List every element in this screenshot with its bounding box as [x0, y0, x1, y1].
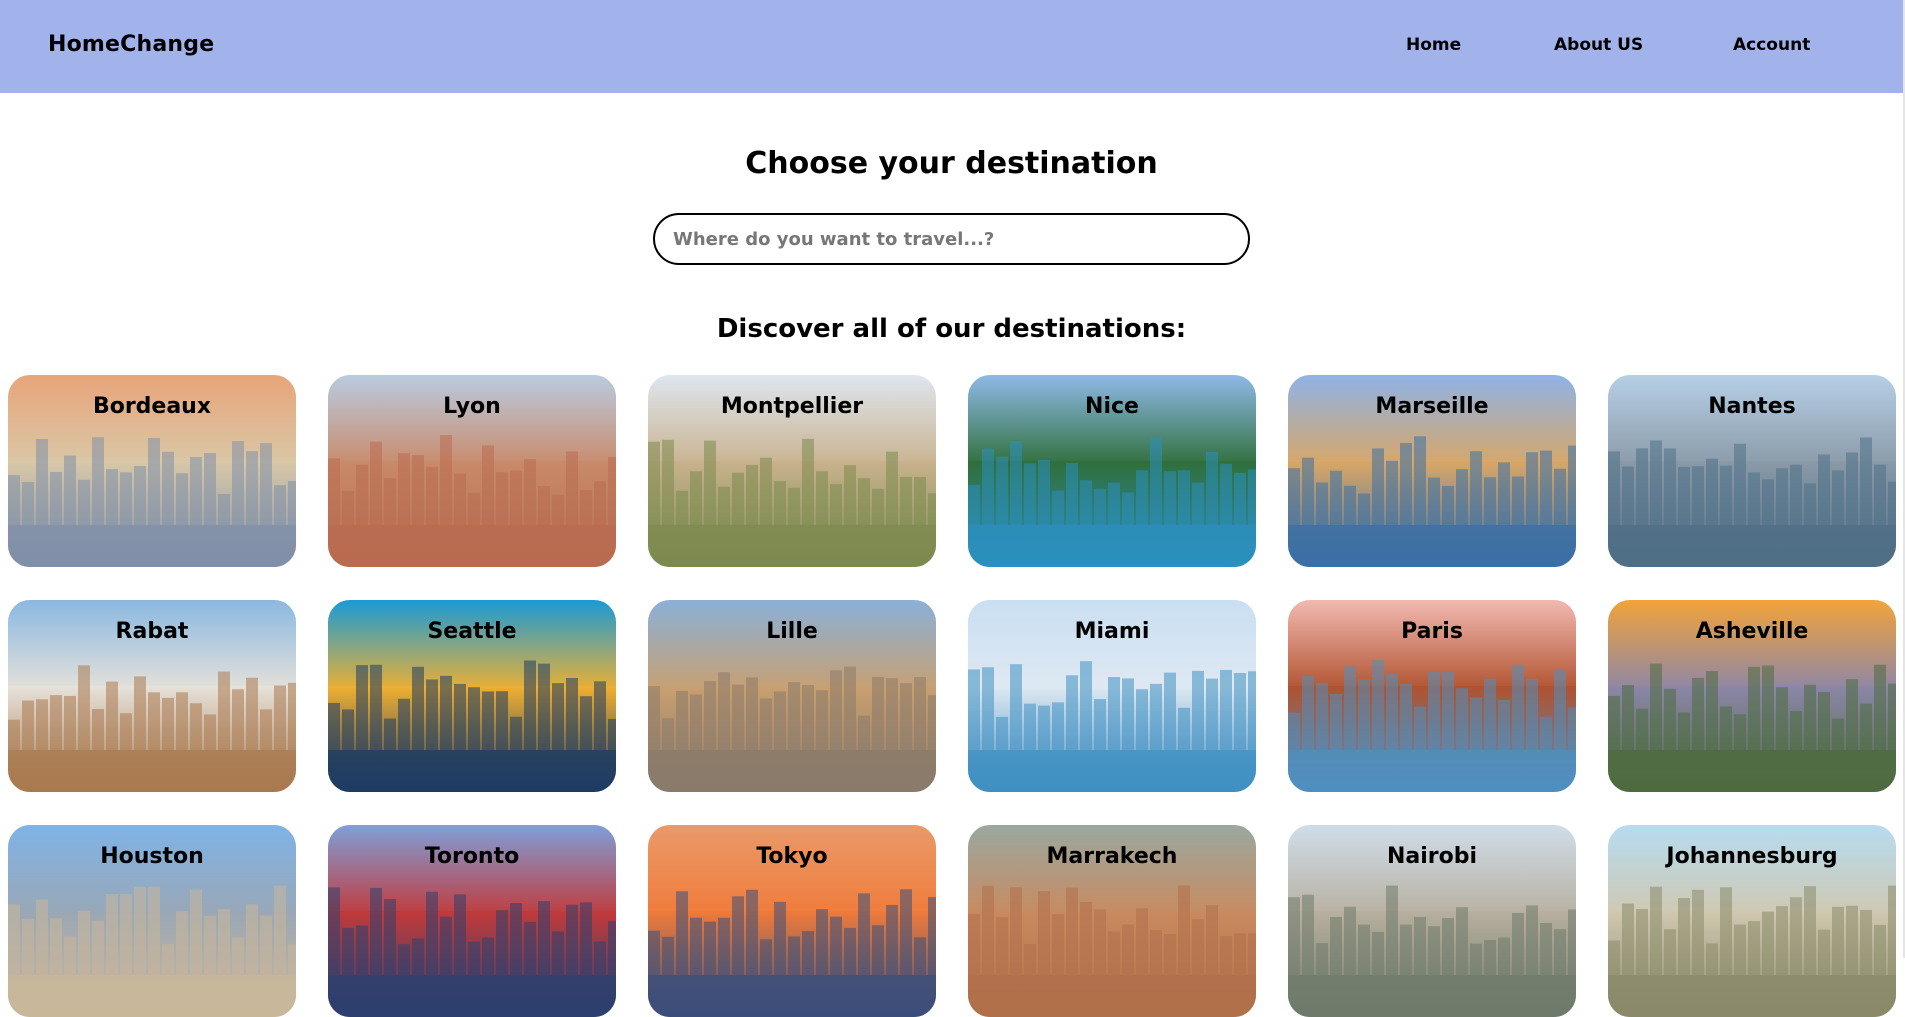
- destination-card[interactable]: Montpellier: [648, 375, 936, 567]
- destination-name: Paris: [1401, 619, 1463, 644]
- destination-name: Miami: [1074, 619, 1150, 644]
- destination-card[interactable]: Tokyo: [648, 825, 936, 1017]
- nav-account-link[interactable]: Account: [1733, 35, 1810, 55]
- destination-card[interactable]: Lyon: [328, 375, 616, 567]
- destination-name: Tokyo: [756, 844, 828, 869]
- destination-card[interactable]: Nairobi: [1288, 825, 1576, 1017]
- section-title: Discover all of our destinations:: [716, 314, 1187, 344]
- destination-card[interactable]: Nice: [968, 375, 1256, 567]
- destination-name: Montpellier: [720, 394, 864, 419]
- destination-card[interactable]: Johannesburg: [1608, 825, 1896, 1017]
- destination-name: Johannesburg: [1666, 844, 1838, 869]
- destination-name: Lyon: [443, 394, 501, 419]
- brand-logo[interactable]: HomeChange: [48, 32, 214, 57]
- destination-card[interactable]: Miami: [968, 600, 1256, 792]
- destination-card[interactable]: Marseille: [1288, 375, 1576, 567]
- destination-name: Rabat: [115, 619, 189, 644]
- destination-card[interactable]: Marrakech: [968, 825, 1256, 1017]
- destination-card[interactable]: Houston: [8, 825, 296, 1017]
- destination-name: Nantes: [1708, 394, 1796, 419]
- destination-name: Lille: [766, 619, 818, 644]
- destination-card[interactable]: Asheville: [1608, 600, 1896, 792]
- nav-about-link[interactable]: About US: [1554, 35, 1643, 55]
- destination-grid: Bordeaux Lyon Montpellier Nice Marseille Nant…: [8, 375, 1896, 1017]
- destination-card[interactable]: Seattle: [328, 600, 616, 792]
- page-title: Choose your destination: [745, 146, 1158, 181]
- destination-search-input[interactable]: [653, 213, 1250, 265]
- destination-name: Nice: [1085, 394, 1139, 419]
- destination-name: Marseille: [1375, 394, 1489, 419]
- destination-name: Marrakech: [1046, 844, 1178, 869]
- destination-name: Asheville: [1695, 619, 1809, 644]
- destination-name: Houston: [100, 844, 204, 869]
- nav-home-link[interactable]: Home: [1406, 35, 1461, 55]
- destination-name: Bordeaux: [92, 394, 212, 419]
- destination-card[interactable]: Toronto: [328, 825, 616, 1017]
- destination-card[interactable]: Rabat: [8, 600, 296, 792]
- destination-name: Seattle: [427, 619, 517, 644]
- destination-card[interactable]: Lille: [648, 600, 936, 792]
- destination-card[interactable]: Bordeaux: [8, 375, 296, 567]
- destination-name: Toronto: [424, 844, 520, 869]
- top-navbar: HomeChange Home About US Account: [0, 0, 1903, 93]
- destination-name: Nairobi: [1386, 844, 1478, 869]
- destination-card[interactable]: Paris: [1288, 600, 1576, 792]
- destination-card[interactable]: Nantes: [1608, 375, 1896, 567]
